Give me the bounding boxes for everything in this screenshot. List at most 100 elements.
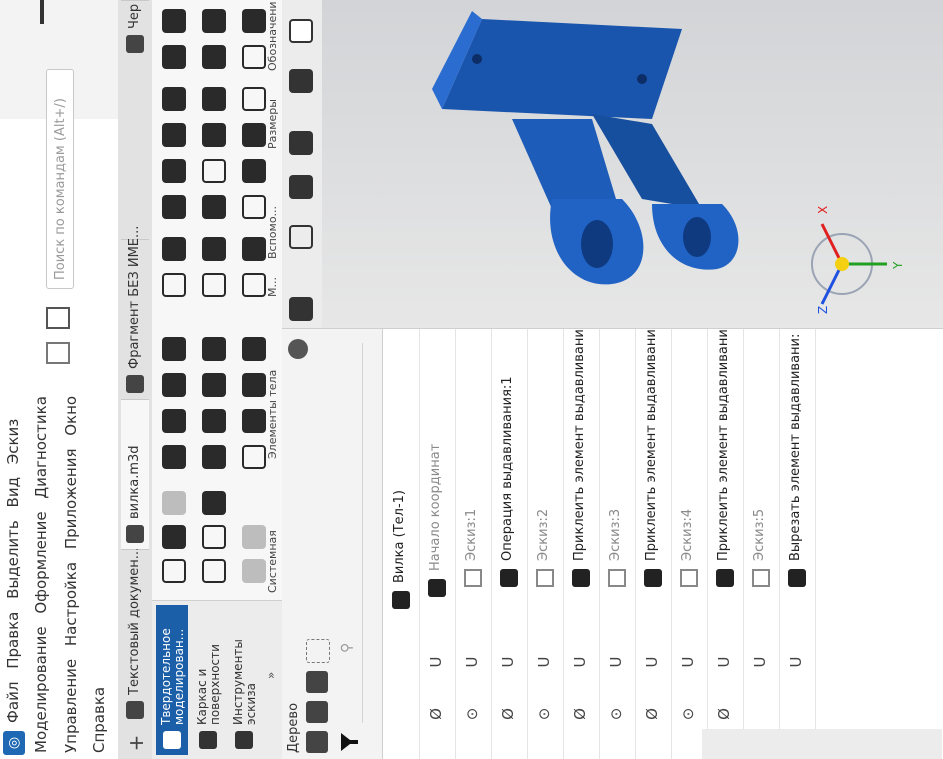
tree-row[interactable]: Ø U Операция выдавливания:1 bbox=[491, 329, 528, 759]
nav-wireframe-surfaces[interactable]: Каркас и поверхности bbox=[192, 605, 224, 755]
spline-icon[interactable] bbox=[242, 237, 266, 261]
view-cube-icon[interactable] bbox=[289, 69, 313, 93]
display-mode-icon[interactable] bbox=[289, 19, 313, 43]
marker-icon[interactable] bbox=[242, 9, 266, 33]
tree-filter-icon[interactable] bbox=[306, 639, 330, 663]
point-icon[interactable] bbox=[162, 273, 186, 297]
menu-view[interactable]: Вид bbox=[4, 477, 22, 507]
hidden-eye-icon[interactable]: Ø bbox=[643, 705, 661, 723]
side-tab-properties[interactable] bbox=[742, 729, 772, 759]
hole-icon[interactable] bbox=[202, 445, 226, 469]
slope-icon[interactable] bbox=[242, 373, 266, 397]
tree-layers-icon[interactable] bbox=[306, 671, 328, 693]
menu-modeling[interactable]: Моделирование bbox=[32, 626, 50, 753]
diameter-dim-icon[interactable] bbox=[202, 87, 226, 111]
new-tab-button[interactable]: + bbox=[124, 731, 148, 755]
sketch-view-icon[interactable] bbox=[289, 297, 313, 321]
loft-icon[interactable] bbox=[162, 337, 186, 361]
filter-icon[interactable] bbox=[338, 731, 360, 753]
angle-icon[interactable] bbox=[242, 159, 266, 183]
tree-row[interactable]: Ø U Приклеить элемент выдавливани bbox=[707, 329, 744, 759]
tolerance-icon[interactable] bbox=[202, 45, 226, 69]
menu-file[interactable]: Файл bbox=[4, 682, 22, 723]
visibility-toggle[interactable]: U bbox=[643, 653, 661, 671]
array-icon[interactable] bbox=[242, 337, 266, 361]
angular-dim-icon[interactable] bbox=[202, 123, 226, 147]
tree-row[interactable]: ⊙ U Эскиз:1 bbox=[455, 329, 492, 759]
gear-icon[interactable] bbox=[288, 339, 308, 359]
tree-structure-icon[interactable] bbox=[306, 731, 328, 753]
tree-row[interactable]: Ø U Начало координат bbox=[419, 329, 456, 759]
menu-design[interactable]: Оформление bbox=[32, 511, 50, 613]
visibility-toggle[interactable]: U bbox=[571, 653, 589, 671]
settings-panel-icon[interactable] bbox=[46, 307, 70, 329]
lcs-icon[interactable] bbox=[202, 195, 226, 219]
nav-more-icon[interactable]: » bbox=[264, 672, 278, 679]
cut-element-icon[interactable] bbox=[162, 373, 186, 397]
fillet-icon[interactable] bbox=[202, 373, 226, 397]
menu-edit[interactable]: Правка bbox=[4, 612, 22, 669]
text-icon[interactable] bbox=[202, 9, 226, 33]
rotate-icon[interactable] bbox=[162, 445, 186, 469]
visibility-toggle[interactable]: U bbox=[715, 653, 733, 671]
tree-row[interactable]: Ø U Приклеить элемент выдавливани bbox=[635, 329, 672, 759]
mesh-array-icon[interactable] bbox=[162, 237, 186, 261]
copy-icon[interactable] bbox=[202, 559, 226, 583]
side-tab-variables[interactable] bbox=[782, 729, 812, 759]
properties-icon[interactable] bbox=[202, 491, 226, 515]
hidden-eye-icon[interactable]: Ø bbox=[571, 705, 589, 723]
rib-icon[interactable] bbox=[242, 445, 266, 469]
menu-apps[interactable]: Приложения bbox=[62, 449, 80, 550]
redo-icon[interactable] bbox=[242, 525, 266, 549]
tree-row[interactable]: U Вырезать элемент выдавливани: bbox=[779, 329, 816, 759]
side-tab-tree[interactable] bbox=[702, 729, 732, 759]
menu-manage[interactable]: Управление bbox=[62, 659, 80, 753]
menu-select[interactable]: Выделить bbox=[4, 520, 22, 599]
visibility-toggle[interactable]: U bbox=[751, 653, 769, 671]
extrude-element-icon[interactable] bbox=[162, 409, 186, 433]
menu-diagnostics[interactable]: Диагностика bbox=[32, 396, 50, 499]
visibility-toggle[interactable]: U bbox=[499, 653, 517, 671]
tab-fragment[interactable]: Фрагмент БЕЗ ИМЕ... bbox=[121, 226, 149, 399]
sweep-icon[interactable] bbox=[242, 409, 266, 433]
offset-plane-icon[interactable] bbox=[202, 159, 226, 183]
3d-viewport[interactable]: X Y Z bbox=[322, 0, 943, 329]
command-search-input[interactable]: Поиск по командам (Alt+/) bbox=[46, 69, 74, 289]
roughness-icon[interactable] bbox=[242, 87, 266, 111]
arc-dim-icon[interactable] bbox=[242, 123, 266, 147]
visibility-toggle[interactable]: U bbox=[679, 653, 697, 671]
move-icon[interactable] bbox=[289, 175, 313, 199]
table-annot-icon[interactable] bbox=[242, 45, 266, 69]
line-icon[interactable] bbox=[242, 195, 266, 219]
undo-icon[interactable] bbox=[242, 559, 266, 583]
visibility-toggle[interactable]: U bbox=[463, 653, 481, 671]
tree-row[interactable]: ⊙ U Эскиз:2 bbox=[527, 329, 564, 759]
table-icon[interactable] bbox=[162, 491, 186, 515]
visible-eye-icon[interactable]: ⊙ bbox=[535, 705, 553, 723]
linear-dim-icon[interactable] bbox=[162, 123, 186, 147]
visible-eye-icon[interactable]: ⊙ bbox=[679, 705, 697, 723]
tree-row[interactable]: ⊙ U Эскиз:4 bbox=[671, 329, 708, 759]
tree-row[interactable]: ⊙ U Эскиз:3 bbox=[599, 329, 636, 759]
nav-sketch-tools[interactable]: Инструменты эскиза bbox=[228, 605, 260, 755]
hidden-eye-icon[interactable]: Ø bbox=[427, 705, 445, 723]
app-logo-icon[interactable]: ◎ bbox=[3, 731, 25, 755]
window-layout-icon[interactable] bbox=[46, 342, 70, 364]
radial-dim-icon[interactable] bbox=[162, 87, 186, 111]
zoom-icon[interactable] bbox=[202, 525, 226, 549]
menu-help[interactable]: Справка bbox=[90, 687, 108, 753]
menu-sketch[interactable]: Эскиз bbox=[4, 419, 22, 465]
visibility-toggle[interactable]: U bbox=[787, 653, 805, 671]
side-tab-library[interactable] bbox=[822, 729, 852, 759]
visibility-toggle[interactable]: U bbox=[607, 653, 625, 671]
spiral-icon[interactable] bbox=[242, 273, 266, 297]
orientation-icon[interactable] bbox=[289, 225, 313, 249]
tree-row[interactable]: Вилка (Тел-1) bbox=[383, 329, 420, 759]
visibility-toggle[interactable]: U bbox=[427, 653, 445, 671]
tab-drawing[interactable]: Чер bbox=[121, 0, 149, 59]
datum-icon[interactable] bbox=[162, 9, 186, 33]
tab-part[interactable]: вилка.m3d bbox=[121, 399, 149, 549]
visible-eye-icon[interactable]: ⊙ bbox=[463, 705, 481, 723]
sketch-rect-icon[interactable] bbox=[162, 559, 186, 583]
menu-settings[interactable]: Настройка bbox=[62, 562, 80, 646]
